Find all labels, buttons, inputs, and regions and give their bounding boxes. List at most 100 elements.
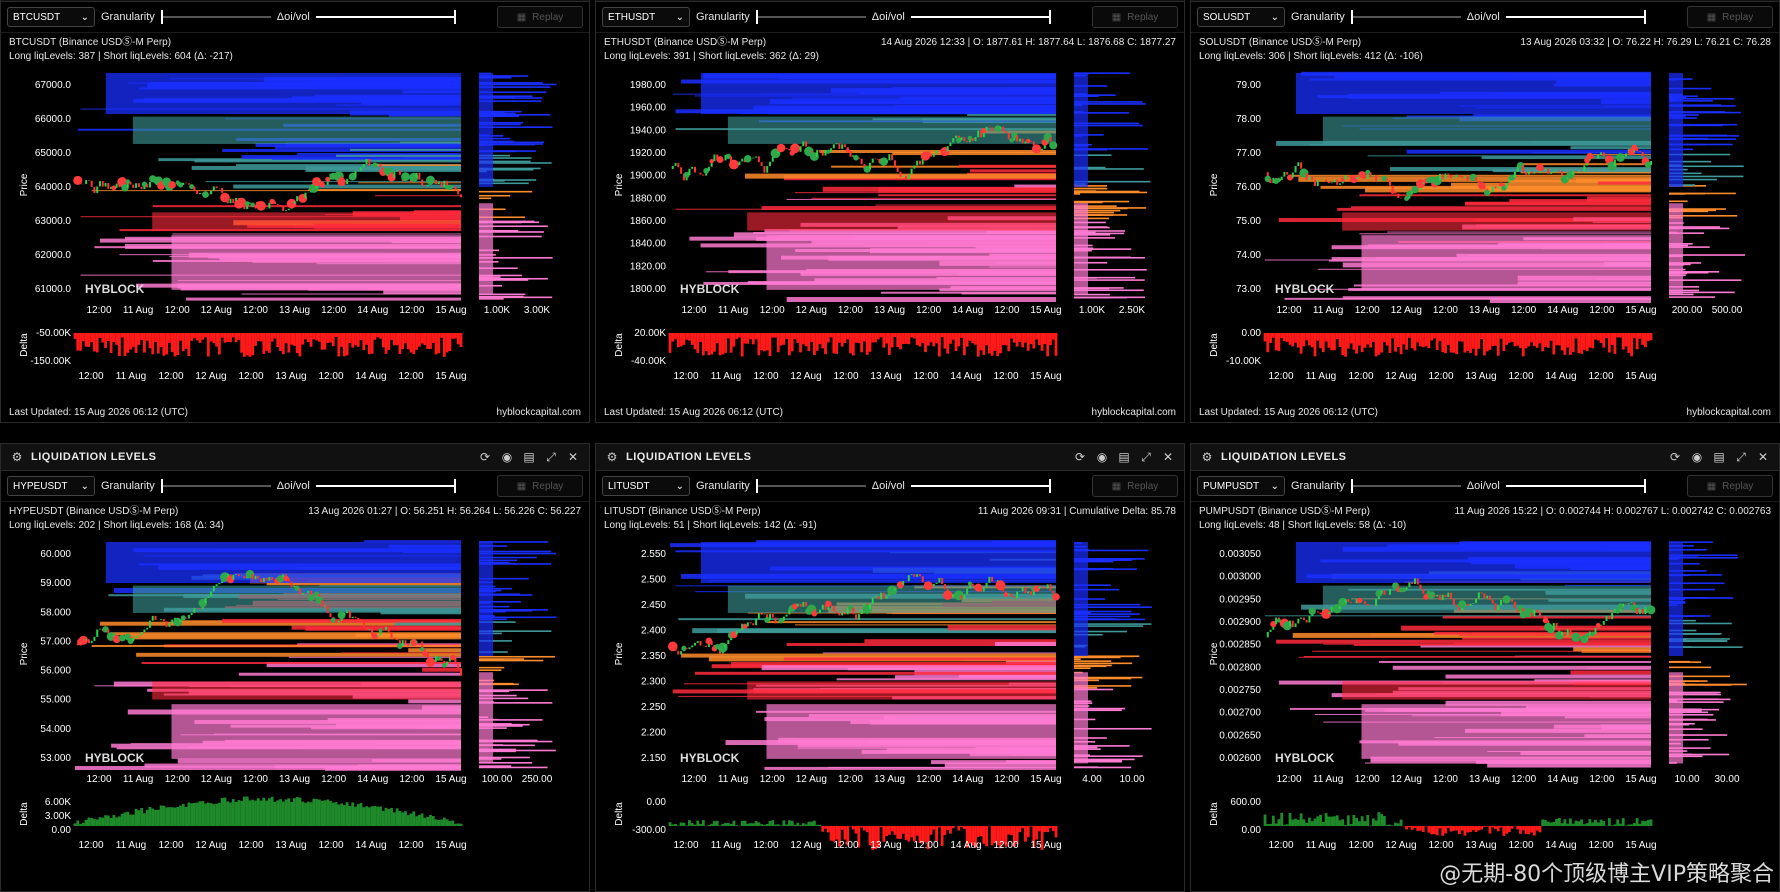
- granularity-slider[interactable]: [755, 9, 866, 25]
- symbol-select[interactable]: HYPEUSDT ⌄: [7, 476, 95, 496]
- delta-bar: [309, 333, 313, 347]
- delta-bar: [1457, 333, 1461, 342]
- oivol-slider[interactable]: [910, 9, 1051, 25]
- symbol-select[interactable]: LITUSDT ⌄: [602, 476, 690, 496]
- delta-bar: [1494, 826, 1497, 830]
- delta-bar: [915, 333, 919, 346]
- symbol-select[interactable]: PUMPUSDT ⌄: [1197, 476, 1285, 496]
- liquidation-chart[interactable]: 60.000 59.000 58.000 57.000 56.000 55.000 54.0…: [1, 536, 590, 876]
- price-axis-label: Price: [614, 642, 625, 665]
- delta-bar: [1630, 333, 1633, 357]
- delta-bar: [220, 797, 224, 826]
- oivol-slider[interactable]: [910, 478, 1051, 494]
- slider-handle[interactable]: [453, 10, 456, 24]
- symbol-select[interactable]: BTCUSDT ⌄: [7, 7, 95, 27]
- histogram-block-long: [1669, 542, 1683, 656]
- time-tick-label: 14 Aug: [1547, 774, 1578, 785]
- slider-handle[interactable]: [755, 10, 758, 24]
- refresh-icon[interactable]: ⟳: [1072, 449, 1088, 465]
- delta-bar: [951, 826, 955, 829]
- replay-button[interactable]: ▦ Replay: [1687, 475, 1773, 497]
- delta-bar: [195, 802, 199, 826]
- histogram-tick-label: 3.00K: [524, 305, 550, 316]
- close-icon[interactable]: ✕: [1160, 449, 1176, 465]
- expand-icon[interactable]: ⤢: [543, 449, 559, 465]
- delta-bar: [1271, 333, 1275, 338]
- slider-handle[interactable]: [1643, 10, 1646, 24]
- expand-icon[interactable]: ⤢: [1733, 449, 1749, 465]
- granularity-slider[interactable]: [1350, 9, 1461, 25]
- expand-icon[interactable]: ⤢: [1138, 449, 1154, 465]
- delta-bar: [774, 333, 777, 338]
- save-icon[interactable]: ▤: [1116, 449, 1132, 465]
- liquidation-chart[interactable]: 1980.00 1960.00 1940.00 1920.00 1900.00 1880.…: [596, 67, 1185, 407]
- save-icon[interactable]: ▤: [521, 449, 537, 465]
- slider-handle[interactable]: [1350, 479, 1353, 493]
- granularity-slider[interactable]: [160, 478, 271, 494]
- liquidation-dot: [1340, 177, 1345, 182]
- slider-handle[interactable]: [160, 479, 163, 493]
- site-link[interactable]: hyblockcapital.com: [1092, 407, 1176, 418]
- liq-level-line: [1573, 647, 1651, 652]
- symbol-select[interactable]: ETHUSDT ⌄: [602, 7, 690, 27]
- time-tick-label: 12:00: [838, 305, 863, 316]
- zone-teal: [1322, 585, 1651, 613]
- delta-bar: [899, 333, 902, 350]
- oivol-slider[interactable]: [1505, 9, 1646, 25]
- camera-icon[interactable]: ◉: [1094, 449, 1110, 465]
- camera-icon[interactable]: ◉: [499, 449, 515, 465]
- price-tick-label: 73.00: [1236, 284, 1261, 295]
- close-icon[interactable]: ✕: [1755, 449, 1771, 465]
- liquidation-chart[interactable]: 67000.0 66000.0 65000.0 64000.0 63000.0 62000…: [1, 67, 590, 407]
- slider-handle[interactable]: [1350, 10, 1353, 24]
- gear-icon[interactable]: ⚙: [604, 449, 620, 465]
- camera-icon[interactable]: ◉: [1689, 449, 1705, 465]
- replay-button[interactable]: ▦ Replay: [1092, 6, 1178, 28]
- chevron-down-icon: ⌄: [675, 480, 684, 492]
- delta-bar: [1321, 822, 1325, 826]
- gear-icon[interactable]: ⚙: [9, 449, 25, 465]
- delta-bar: [262, 333, 266, 355]
- delta-bar: [976, 826, 980, 837]
- liquidation-chart[interactable]: 2.550 2.500 2.450 2.400 2.350 2.300 2.250 2.200…: [596, 536, 1185, 876]
- delta-bar: [395, 333, 399, 346]
- delta-bar: [1557, 818, 1561, 826]
- replay-label: Replay: [1127, 11, 1159, 23]
- zone-red: [747, 681, 1056, 700]
- liquidation-chart[interactable]: 79.00 78.00 77.00 76.00 75.00 74.00 73.00 Price…: [1191, 67, 1780, 407]
- liq-level-line: [786, 198, 1056, 200]
- slider-handle[interactable]: [160, 10, 163, 24]
- granularity-slider[interactable]: [1350, 478, 1461, 494]
- delta-bar: [440, 333, 443, 338]
- price-axis-label: Price: [614, 173, 625, 196]
- slider-handle[interactable]: [755, 479, 758, 493]
- oivol-slider[interactable]: [1505, 478, 1646, 494]
- site-link[interactable]: hyblockcapital.com: [1687, 407, 1771, 418]
- oivol-slider[interactable]: [315, 478, 456, 494]
- granularity-slider[interactable]: [160, 9, 271, 25]
- close-icon[interactable]: ✕: [565, 449, 581, 465]
- delta-bar: [1308, 333, 1311, 346]
- replay-button[interactable]: ▦ Replay: [497, 6, 583, 28]
- symbol-select[interactable]: SOLUSDT ⌄: [1197, 7, 1285, 27]
- delta-bar: [1269, 823, 1272, 826]
- replay-button[interactable]: ▦ Replay: [1687, 6, 1773, 28]
- gear-icon[interactable]: ⚙: [1199, 449, 1215, 465]
- oivol-slider[interactable]: [315, 9, 456, 25]
- delta-bar: [215, 803, 219, 826]
- replay-button[interactable]: ▦ Replay: [1092, 475, 1178, 497]
- delta-bar: [1582, 333, 1586, 350]
- slider-handle[interactable]: [1643, 479, 1646, 493]
- site-link[interactable]: hyblockcapital.com: [497, 407, 581, 418]
- save-icon[interactable]: ▤: [1711, 449, 1727, 465]
- slider-handle[interactable]: [1048, 479, 1051, 493]
- slider-handle[interactable]: [1048, 10, 1051, 24]
- refresh-icon[interactable]: ⟳: [477, 449, 493, 465]
- replay-button[interactable]: ▦ Replay: [497, 475, 583, 497]
- granularity-slider[interactable]: [755, 478, 866, 494]
- refresh-icon[interactable]: ⟳: [1667, 449, 1683, 465]
- histogram-bar: [1074, 664, 1112, 667]
- price-tick-label: 55.000: [40, 695, 71, 706]
- slider-handle[interactable]: [453, 479, 456, 493]
- liquidation-chart[interactable]: 0.003050 0.003000 0.002950 0.002900 0.002850…: [1191, 536, 1780, 876]
